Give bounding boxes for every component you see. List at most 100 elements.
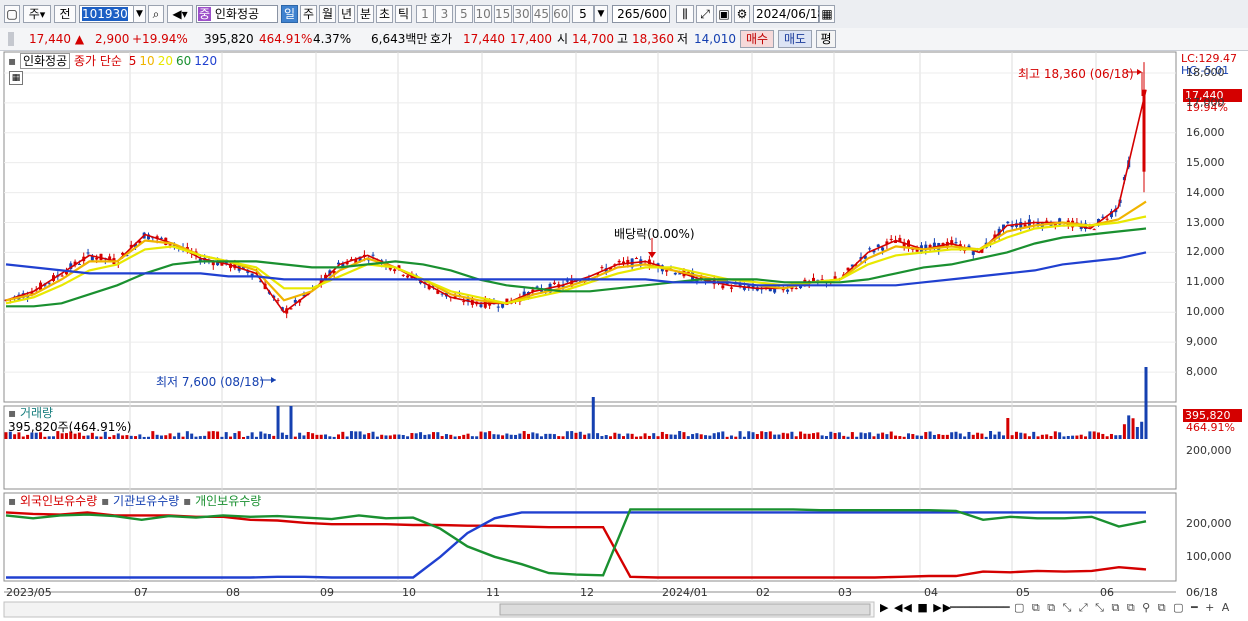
volume-bar bbox=[475, 436, 479, 439]
period-tab[interactable]: 월 bbox=[319, 5, 336, 23]
volume-bar bbox=[928, 431, 932, 439]
volume-bar bbox=[216, 431, 220, 439]
search-icon[interactable]: ⌕ bbox=[148, 5, 164, 23]
interval-button[interactable]: 5 bbox=[454, 5, 473, 23]
candle-body bbox=[617, 260, 621, 263]
candle-body bbox=[77, 263, 81, 265]
speaker-icon[interactable]: ◀▾ bbox=[167, 5, 193, 23]
gear-icon[interactable]: ⚙ bbox=[734, 5, 750, 23]
period-tab[interactable]: 초 bbox=[376, 5, 393, 23]
volume-bar bbox=[514, 434, 518, 439]
interval-button[interactable]: 3 bbox=[435, 5, 454, 23]
volume-bar bbox=[643, 433, 647, 439]
date-field[interactable]: 2024/06/18 bbox=[753, 5, 825, 23]
stock-badge: 중 bbox=[198, 7, 212, 21]
stock-name-field[interactable]: 중 인화정공 bbox=[196, 5, 278, 23]
x-tick: 06 bbox=[1100, 586, 1114, 599]
volume-bar bbox=[647, 435, 651, 439]
x-tick: 12 bbox=[580, 586, 594, 599]
interval-button[interactable]: 15 bbox=[493, 5, 512, 23]
scroll-controls[interactable]: ▶ ◀◀ ■ ▶▶ bbox=[880, 601, 952, 614]
volume-bar bbox=[781, 432, 785, 439]
period-tab[interactable]: 주 bbox=[300, 5, 317, 23]
period-type-select[interactable]: 주▾ bbox=[23, 5, 51, 23]
calendar-icon[interactable]: ▦ bbox=[819, 5, 835, 23]
period-tab[interactable]: 틱 bbox=[395, 5, 412, 23]
ma-legend-item[interactable]: 10 bbox=[139, 54, 154, 68]
volume-bar bbox=[198, 436, 202, 439]
volume-bar bbox=[272, 435, 276, 439]
volume-pct-tag: 464.91% bbox=[1186, 421, 1235, 434]
legend-stock-name[interactable]: 인화정공 bbox=[19, 53, 71, 69]
volume-bar bbox=[1135, 426, 1139, 439]
volume-bar bbox=[989, 431, 993, 439]
volume-bar bbox=[816, 432, 820, 439]
stock-code-input[interactable]: 101930 bbox=[79, 5, 137, 23]
candle-body bbox=[479, 304, 483, 307]
sell-button[interactable]: 매도 bbox=[778, 30, 812, 48]
low-label: 저 bbox=[677, 32, 689, 46]
code-dropdown-button[interactable]: ▼ bbox=[133, 5, 146, 23]
volume-bar bbox=[954, 431, 958, 439]
volume-bar bbox=[250, 432, 254, 439]
period-tab[interactable]: 분 bbox=[357, 5, 374, 23]
buy-button[interactable]: 매수 bbox=[740, 30, 774, 48]
ma-legend-item[interactable]: 60 bbox=[176, 54, 191, 68]
volume-bar bbox=[203, 435, 207, 439]
price-tick: 17,000 bbox=[1186, 95, 1225, 109]
prev-button[interactable]: 전 bbox=[54, 5, 76, 23]
draw-tool-icon[interactable]: ⤢ bbox=[696, 5, 714, 23]
price-tick: 16,000 bbox=[1186, 125, 1225, 139]
volume-bar bbox=[267, 434, 271, 439]
volume-bar bbox=[449, 434, 453, 439]
period-tab[interactable]: 일 bbox=[281, 5, 298, 23]
x-tick: 06/18 bbox=[1186, 586, 1218, 599]
volume-bar bbox=[734, 436, 738, 439]
volume-bar bbox=[1045, 434, 1049, 439]
interval-button[interactable]: 30 bbox=[513, 5, 531, 23]
volume-bar bbox=[319, 434, 323, 439]
period-tab[interactable]: 년 bbox=[338, 5, 355, 23]
volume-bar bbox=[1079, 434, 1083, 439]
volume-bar bbox=[539, 436, 543, 439]
volume-bar bbox=[324, 434, 328, 439]
chevron-down-icon[interactable]: ▼ bbox=[594, 5, 608, 23]
interval-select[interactable]: 5 bbox=[572, 5, 594, 23]
count-field[interactable]: 265/600 bbox=[612, 5, 670, 23]
interval-button[interactable]: 60 bbox=[551, 5, 570, 23]
stock-chart[interactable] bbox=[0, 50, 1248, 621]
volume-bar bbox=[177, 432, 181, 439]
volume-bar bbox=[509, 434, 513, 439]
candle-body bbox=[786, 289, 790, 292]
zoom-slider[interactable]: ━━━━━━━━━ bbox=[950, 601, 1010, 614]
interval-button[interactable]: 1 bbox=[416, 5, 434, 23]
ma-legend-item[interactable]: 20 bbox=[158, 54, 173, 68]
interval-button[interactable]: 45 bbox=[532, 5, 551, 23]
volume-bar bbox=[436, 432, 440, 439]
volume-bar bbox=[453, 436, 457, 439]
ma-legend-item[interactable]: 120 bbox=[194, 54, 217, 68]
volume-bar bbox=[362, 434, 366, 439]
candle-icon[interactable]: ⫼ bbox=[676, 5, 694, 23]
holding-tick: 200,000 bbox=[1186, 517, 1232, 530]
price-tick: 18,000 bbox=[1186, 65, 1225, 79]
volume-bar bbox=[656, 436, 660, 439]
volume-bar bbox=[26, 434, 30, 439]
volume-bar bbox=[1053, 431, 1057, 439]
holding-tick: 100,000 bbox=[1186, 550, 1232, 563]
interval-button[interactable]: 10 bbox=[474, 5, 493, 23]
volume-bar bbox=[997, 431, 1001, 439]
volume-bar bbox=[790, 431, 794, 439]
volume-bar bbox=[604, 435, 608, 439]
volume-bar bbox=[941, 434, 945, 439]
save-icon[interactable]: ▣ bbox=[716, 5, 732, 23]
volume-bar bbox=[462, 434, 466, 439]
drawing-tools[interactable]: ▢ ⧉ ⧉ ⤡ ⤢ ⤡ ⧉ ⧉ ⚲ ⧉ ▢ ━ + A bbox=[1014, 601, 1231, 615]
volume-bar bbox=[976, 432, 980, 439]
volume-bar bbox=[427, 434, 431, 439]
volume-bar bbox=[898, 436, 902, 439]
eval-button[interactable]: 평 bbox=[816, 30, 836, 48]
grid-icon[interactable]: ▦ bbox=[9, 71, 23, 85]
window-icon[interactable]: ▢ bbox=[4, 5, 20, 23]
ma-legend-item[interactable]: 5 bbox=[129, 54, 137, 68]
